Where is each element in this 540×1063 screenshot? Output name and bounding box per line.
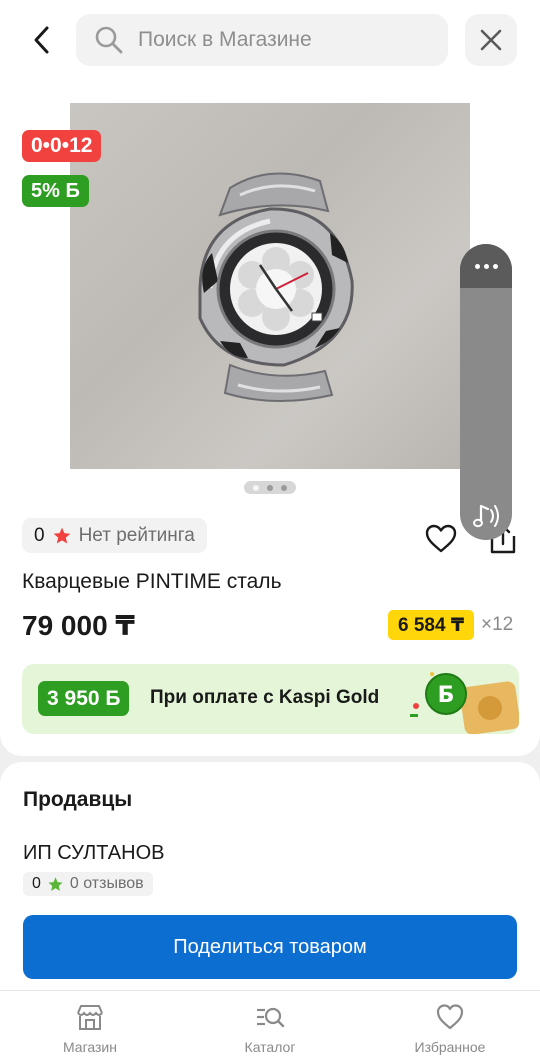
nav-label-favorites: Избранное bbox=[414, 1039, 486, 1055]
gold-bonus-amount: 3 950 Б bbox=[38, 681, 130, 716]
store-icon bbox=[77, 1005, 103, 1030]
heart-icon bbox=[425, 524, 457, 553]
pagination-dot bbox=[281, 484, 287, 491]
product-card: Поиск в Магазине 0•0•12 5% Б 0 Нет рейти… bbox=[0, 0, 540, 756]
seller-rating-value: 0 bbox=[32, 875, 41, 892]
favorite-button[interactable] bbox=[424, 522, 458, 556]
gallery-pagination bbox=[244, 481, 296, 494]
search-input[interactable]: Поиск в Магазине bbox=[76, 14, 448, 66]
installment-price-badge[interactable]: 6 584 ₸ bbox=[388, 610, 475, 640]
close-button[interactable] bbox=[465, 14, 517, 66]
sound-icon[interactable] bbox=[468, 498, 504, 534]
more-dot-icon bbox=[492, 263, 498, 269]
rating-pill[interactable]: 0 Нет рейтинга bbox=[22, 518, 207, 553]
back-arrow-icon bbox=[34, 26, 49, 54]
timer-badge: 0•0•12 bbox=[22, 130, 102, 162]
seller-rating-pill: 0 0 отзывов bbox=[23, 872, 153, 896]
sellers-title: Продавцы bbox=[23, 788, 133, 811]
back-button[interactable] bbox=[22, 20, 62, 60]
product-image[interactable] bbox=[70, 103, 470, 469]
search-icon bbox=[95, 26, 123, 54]
nav-label-store: Магазин bbox=[62, 1039, 117, 1055]
star-icon bbox=[48, 876, 63, 891]
floating-assistant-panel[interactable] bbox=[460, 244, 512, 540]
rating-value: 0 bbox=[34, 524, 45, 546]
nav-item-favorites[interactable]: Избранное bbox=[360, 991, 540, 1063]
nav-item-catalog[interactable]: Каталог bbox=[180, 991, 360, 1063]
pagination-dot-active bbox=[253, 484, 259, 491]
close-icon bbox=[480, 29, 502, 51]
nav-item-store[interactable]: Магазин bbox=[0, 991, 180, 1063]
watch-photo bbox=[198, 172, 354, 403]
gold-banner-text: При оплате с Kaspi Gold bbox=[150, 687, 380, 708]
kaspi-gold-banner[interactable]: 3 950 Б При оплате с Kaspi Gold Б bbox=[22, 664, 519, 734]
more-options-button[interactable] bbox=[460, 244, 512, 288]
kaspi-gold-illustration: Б bbox=[410, 672, 519, 734]
product-price: 79 000 ₸ bbox=[22, 610, 135, 641]
installment-months: ×12 bbox=[481, 614, 514, 635]
bonus-badge: 5% Б bbox=[22, 175, 89, 207]
star-icon bbox=[53, 527, 70, 543]
nav-label-catalog: Каталог bbox=[244, 1039, 296, 1055]
sellers-section: Продавцы ИП СУЛТАНОВ 0 0 отзывов Поделит… bbox=[0, 762, 540, 994]
bottom-navigation: Магазин Каталог Избранное bbox=[0, 990, 540, 1063]
search-placeholder: Поиск в Магазине bbox=[138, 28, 312, 51]
catalog-search-icon bbox=[257, 1007, 285, 1028]
share-product-button[interactable]: Поделиться товаром bbox=[23, 915, 517, 979]
svg-text:Б: Б bbox=[438, 683, 455, 708]
seller-name[interactable]: ИП СУЛТАНОВ bbox=[23, 842, 164, 865]
product-title: Кварцевые PINTIME сталь bbox=[22, 570, 282, 593]
seller-reviews-count: 0 отзывов bbox=[69, 875, 144, 892]
more-dot-icon bbox=[483, 263, 489, 269]
rating-text: Нет рейтинга bbox=[78, 524, 195, 546]
pagination-dot bbox=[267, 484, 273, 491]
more-dot-icon bbox=[474, 263, 480, 269]
heart-icon bbox=[436, 1004, 464, 1030]
